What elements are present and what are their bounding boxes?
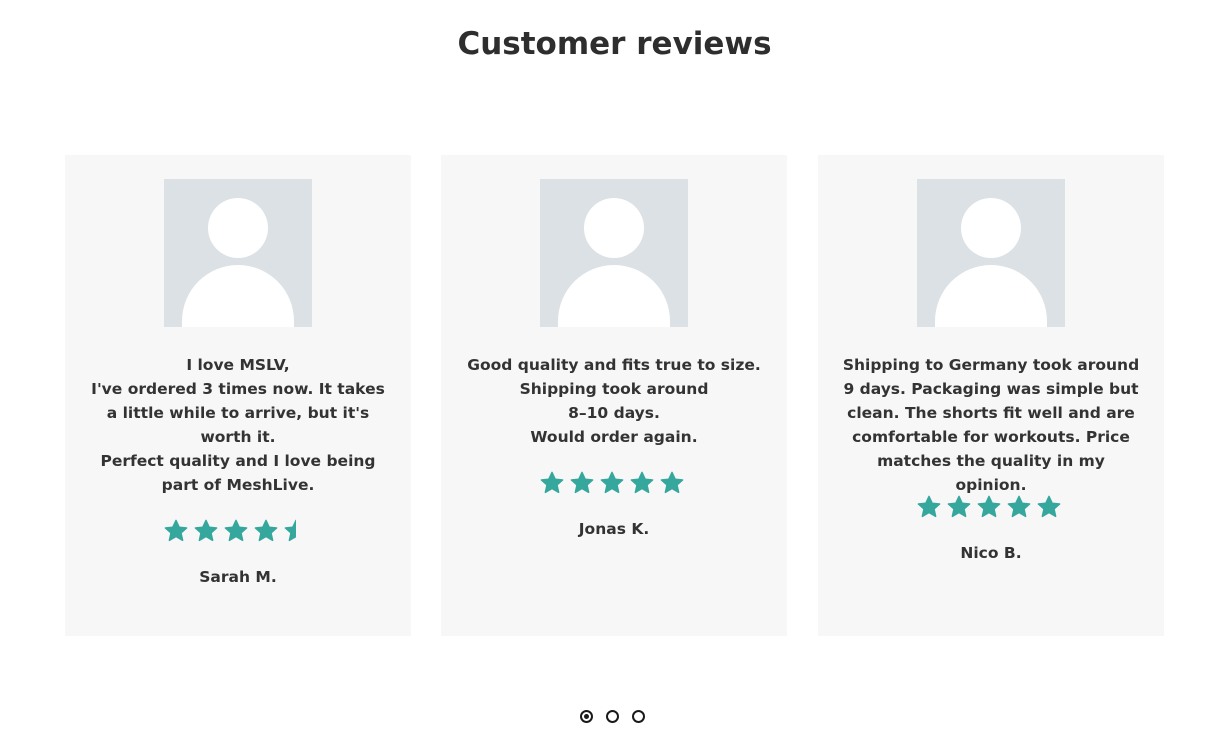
user-placeholder-icon (164, 179, 312, 327)
star-icon (660, 471, 684, 494)
review-author: Jonas K. (578, 520, 650, 538)
star-icon (1007, 495, 1031, 518)
star-icon (570, 471, 594, 494)
review-card: Shipping to Germany took around 9 days. … (818, 155, 1164, 636)
star-icon (164, 519, 188, 542)
pagination-dot-1[interactable] (580, 710, 593, 723)
pagination-dot-2[interactable] (606, 710, 619, 723)
review-carousel: I love MSLV, I've ordered 3 times now. I… (65, 155, 1164, 636)
review-text: Good quality and fits true to size. Ship… (467, 356, 761, 446)
section-title: Customer reviews (457, 26, 772, 62)
review-card: I love MSLV, I've ordered 3 times now. I… (65, 155, 411, 636)
star-icon (947, 495, 971, 518)
star-icon (630, 471, 654, 494)
active-dot-indicator (584, 714, 589, 719)
review-text: I love MSLV, I've ordered 3 times now. I… (91, 356, 385, 494)
user-placeholder-icon (540, 179, 688, 327)
star-rating (441, 470, 787, 496)
star-icon (540, 471, 564, 494)
star-icon (194, 519, 218, 542)
reviews-section: Customer reviews I love MSLV, I've order… (0, 0, 1229, 756)
star-icon (917, 495, 941, 518)
star-rating (65, 518, 411, 544)
half-star-icon (284, 519, 296, 542)
review-text: Shipping to Germany took around 9 days. … (842, 356, 1140, 494)
star-icon (600, 471, 624, 494)
review-author: Nico B. (960, 544, 1022, 562)
review-card: Good quality and fits true to size. Ship… (441, 155, 787, 636)
star-rating (818, 494, 1164, 520)
star-icon (977, 495, 1001, 518)
star-icon (224, 519, 248, 542)
star-icon (254, 519, 278, 542)
review-author: Sarah M. (199, 568, 277, 586)
user-placeholder-icon (917, 179, 1065, 327)
carousel-pagination (580, 710, 650, 728)
pagination-dot-3[interactable] (632, 710, 645, 723)
star-icon (1037, 495, 1061, 518)
